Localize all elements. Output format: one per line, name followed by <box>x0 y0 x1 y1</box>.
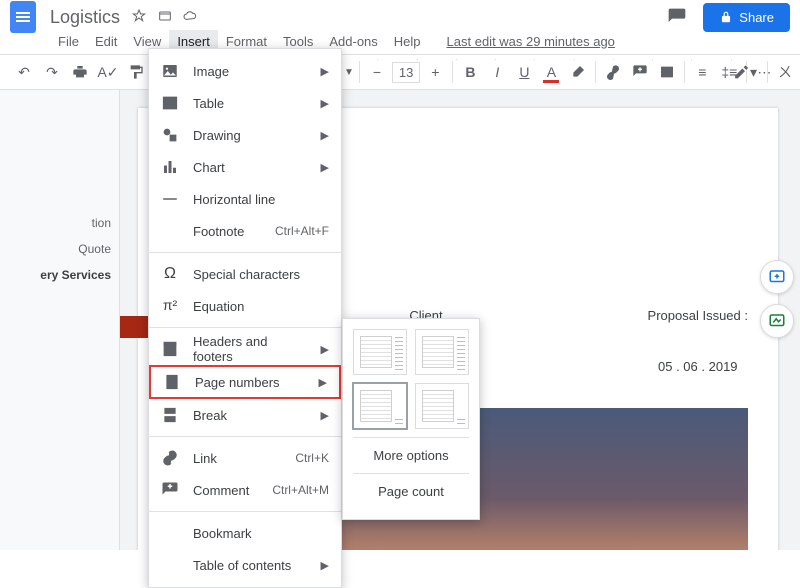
pn-option-top-right-skip[interactable] <box>415 329 469 375</box>
pn-option-bottom-right-skip[interactable] <box>415 383 469 429</box>
insert-footnote[interactable]: Footnote Ctrl+Alt+F <box>149 215 341 247</box>
table-icon <box>161 94 179 112</box>
insert-bookmark[interactable]: Bookmark <box>149 517 341 549</box>
collapse-toolbar-button[interactable]: ㄨ <box>778 62 792 82</box>
image-icon <box>161 62 179 80</box>
insert-dropdown: Image▶ Table▶ Drawing▶ Chart▶ Horizontal… <box>148 48 342 588</box>
issued-header: Proposal Issued : <box>648 308 748 323</box>
docs-logo-icon[interactable] <box>10 1 36 33</box>
insert-comment[interactable]: Comment Ctrl+Alt+M <box>149 474 341 506</box>
side-rail <box>760 260 794 338</box>
document-title[interactable]: Logistics <box>50 7 120 28</box>
break-icon <box>161 406 179 424</box>
insert-page-numbers[interactable]: # Page numbers▶ <box>149 365 341 399</box>
title-action-icons <box>128 8 201 27</box>
spellcheck-button[interactable]: A✓ <box>96 60 120 84</box>
page-numbers-submenu: More options Page count <box>342 318 480 520</box>
page-numbers-icon: # <box>163 373 181 391</box>
print-button[interactable] <box>68 60 92 84</box>
horizontal-line-icon <box>161 190 179 208</box>
insert-table[interactable]: Table▶ <box>149 87 341 119</box>
lock-icon <box>719 10 733 24</box>
insert-drawing[interactable]: Drawing▶ <box>149 119 341 151</box>
share-button[interactable]: Share <box>703 3 790 32</box>
font-size-input[interactable]: 13 <box>392 62 420 83</box>
bold-button[interactable]: B <box>458 60 482 84</box>
pn-page-count[interactable]: Page count <box>353 474 469 509</box>
share-label: Share <box>739 10 774 25</box>
outline-item[interactable]: ery Services <box>0 262 119 288</box>
underline-button[interactable]: U <box>512 60 536 84</box>
insert-link-button[interactable] <box>601 60 625 84</box>
outline-sidebar[interactable]: tion Quote ery Services <box>0 90 120 550</box>
insert-horizontal-line[interactable]: Horizontal line <box>149 183 341 215</box>
link-icon <box>161 449 179 467</box>
issued-date: 05 . 06 . 2019 <box>648 359 748 374</box>
outline-item[interactable]: Quote <box>0 236 119 262</box>
open-comments-button[interactable] <box>663 3 691 31</box>
font-size-inc[interactable]: + <box>423 60 447 84</box>
move-icon[interactable] <box>157 8 173 24</box>
drawing-icon <box>161 126 179 144</box>
font-size-dec[interactable]: − <box>365 60 389 84</box>
align-button[interactable]: ≡ <box>690 60 714 84</box>
menu-help[interactable]: Help <box>386 30 429 53</box>
insert-headers-footers[interactable]: Headers and footers▶ <box>149 333 341 365</box>
outline-item[interactable]: tion <box>0 210 119 236</box>
insert-break[interactable]: Break▶ <box>149 399 341 431</box>
star-icon[interactable] <box>131 8 147 24</box>
italic-button[interactable]: I <box>485 60 509 84</box>
menu-file[interactable]: File <box>50 30 87 53</box>
pn-more-options[interactable]: More options <box>353 438 469 473</box>
menu-edit[interactable]: Edit <box>87 30 125 53</box>
explore-add-comment-button[interactable] <box>760 260 794 294</box>
insert-image[interactable]: Image▶ <box>149 55 341 87</box>
menu-bar: File Edit View Insert Format Tools Add-o… <box>0 28 800 54</box>
insert-equation[interactable]: π² Equation <box>149 290 341 322</box>
editing-mode-button[interactable]: ▾ <box>733 60 757 84</box>
insert-link[interactable]: Link Ctrl+K <box>149 442 341 474</box>
insert-image-button[interactable] <box>655 60 679 84</box>
add-comment-button[interactable] <box>628 60 652 84</box>
chart-icon <box>161 158 179 176</box>
headers-icon <box>161 340 179 358</box>
cloud-icon[interactable] <box>182 8 198 24</box>
last-edit-link[interactable]: Last edit was 29 minutes ago <box>439 30 623 53</box>
comment-icon <box>161 481 179 499</box>
explore-suggest-button[interactable] <box>760 304 794 338</box>
highlight-button[interactable] <box>566 60 590 84</box>
pn-option-top-right[interactable] <box>353 329 407 375</box>
insert-chart[interactable]: Chart▶ <box>149 151 341 183</box>
redo-button[interactable]: ↷ <box>40 60 64 84</box>
pn-option-bottom-right[interactable] <box>353 383 407 429</box>
text-color-button[interactable]: A <box>539 60 563 84</box>
insert-special-characters[interactable]: Ω Special characters <box>149 258 341 290</box>
insert-toc[interactable]: Table of contents▶ <box>149 549 341 581</box>
toolbar: ↶ ↷ A✓ 1 89101112131415161718 ▼ − 13 + B… <box>0 54 800 90</box>
undo-button[interactable]: ↶ <box>12 60 36 84</box>
title-bar: Logistics Share <box>0 0 800 28</box>
paint-format-button[interactable] <box>124 60 148 84</box>
